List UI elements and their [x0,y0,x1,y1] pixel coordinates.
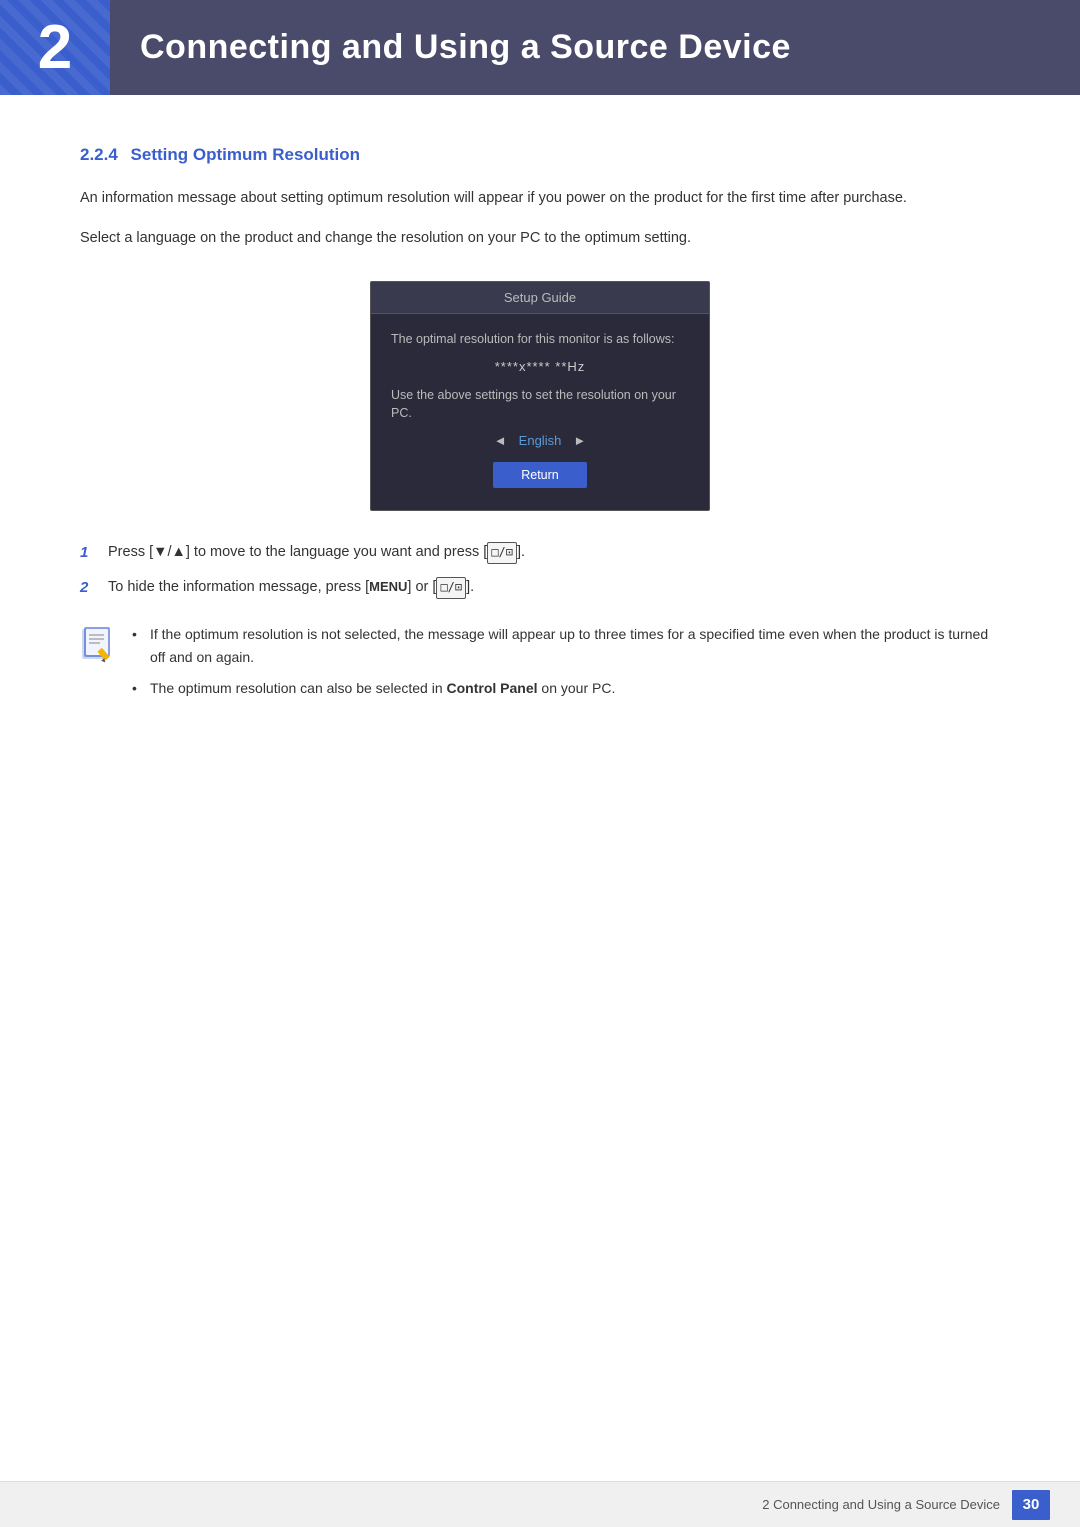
arrow-right-icon: ► [573,433,586,448]
note-item-2: The optimum resolution can also be selec… [132,677,1000,700]
chapter-number: 2 [38,12,72,83]
paragraph-2: Select a language on the product and cha… [80,227,1000,251]
section-heading: 2.2.4 Setting Optimum Resolution [80,145,1000,165]
step-2-text: To hide the information message, press [… [108,576,474,600]
footer-page-number: 30 [1012,1490,1050,1520]
step-2: 2 To hide the information message, press… [80,576,1000,601]
dialog-resolution: ****x**** **Hz [391,359,689,374]
dialog-line1: The optimal resolution for this monitor … [391,330,689,349]
chapter-header: 2 Connecting and Using a Source Device [0,0,1080,95]
dialog-line2: Use the above settings to set the resolu… [391,386,689,424]
paragraph-1: An information message about setting opt… [80,187,1000,211]
dialog-title: Setup Guide [371,282,709,314]
footer-text: 2 Connecting and Using a Source Device [762,1497,1000,1512]
note-section: If the optimum resolution is not selecte… [80,623,1000,708]
step-1-num: 1 [80,541,108,566]
step-1-text: Press [▼/▲] to move to the language you … [108,541,525,565]
step-1: 1 Press [▼/▲] to move to the language yo… [80,541,1000,566]
dialog-body: The optimal resolution for this monitor … [371,314,709,510]
note-icon [80,625,118,663]
setup-dialog: Setup Guide The optimal resolution for t… [370,281,710,511]
steps-section: 1 Press [▼/▲] to move to the language yo… [80,541,1000,601]
return-button[interactable]: Return [493,462,587,488]
section-number: 2.2.4 [80,145,118,164]
section-title: Setting Optimum Resolution [131,145,361,164]
dialog-language-row: ◄ English ► [391,433,689,448]
chapter-title: Connecting and Using a Source Device [110,28,791,67]
dialog-language: English [519,433,562,448]
footer: 2 Connecting and Using a Source Device 3… [0,1481,1080,1527]
dialog-wrapper: Setup Guide The optimal resolution for t… [80,281,1000,511]
chapter-number-box: 2 [0,0,110,95]
note-item-1: If the optimum resolution is not selecte… [132,623,1000,669]
step-2-num: 2 [80,576,108,601]
arrow-left-icon: ◄ [494,433,507,448]
note-bullets: If the optimum resolution is not selecte… [132,623,1000,708]
main-content: 2.2.4 Setting Optimum Resolution An info… [0,95,1080,788]
